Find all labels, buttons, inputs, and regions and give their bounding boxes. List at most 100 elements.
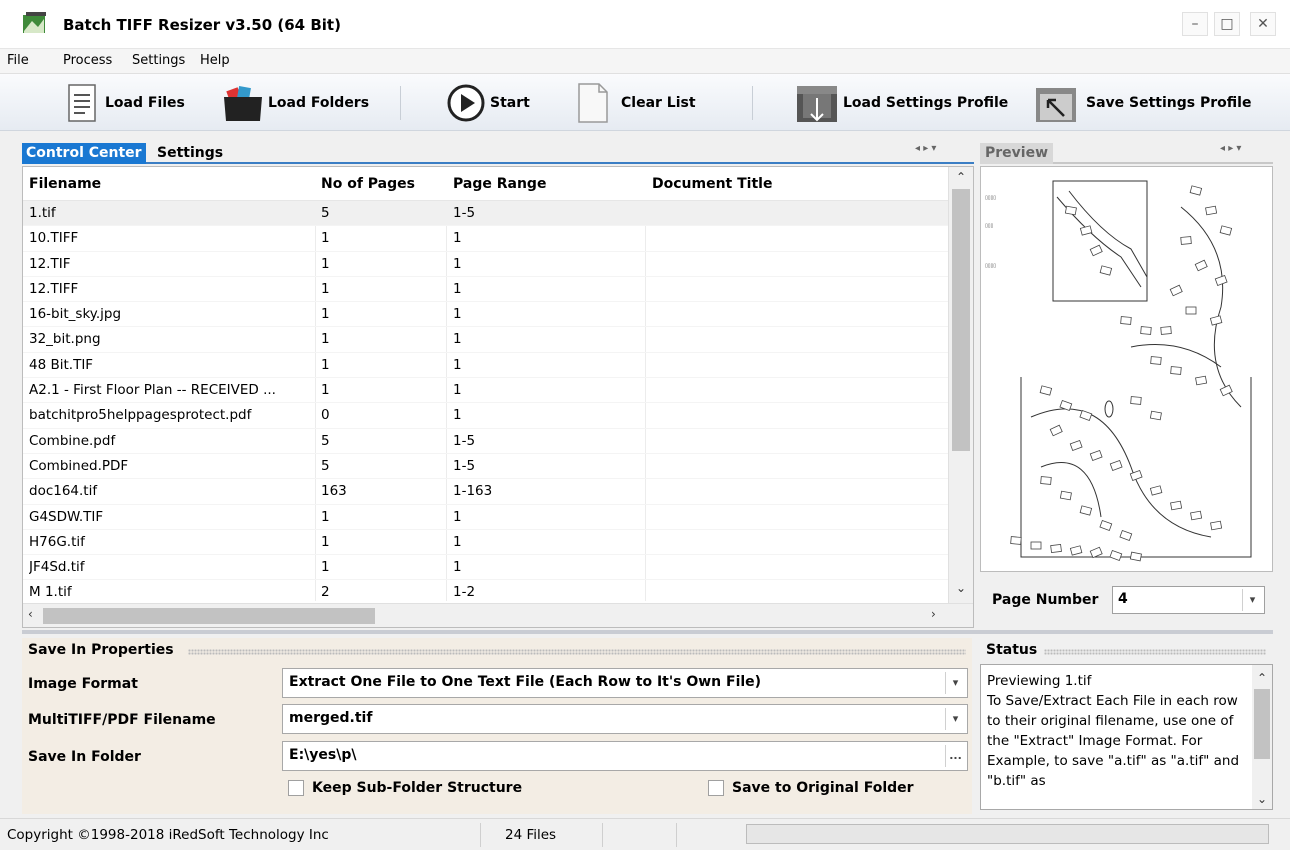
cell-filename: Combined.PDF <box>29 457 129 474</box>
image-format-value: Extract One File to One Text File (Each … <box>289 674 762 690</box>
table-row[interactable]: 48 Bit.TIF 1 1 <box>23 353 948 379</box>
lot-parcel <box>1010 536 1022 545</box>
grid-header: Filename No of Pages Page Range Document… <box>23 167 948 201</box>
menu-file[interactable]: File <box>7 53 29 68</box>
table-row[interactable]: H76G.tif 1 1 <box>23 530 948 556</box>
pane-navigation-icon[interactable]: ◂ ▸ ▾ <box>915 143 936 154</box>
column-header-filename[interactable]: Filename <box>29 176 101 192</box>
cell-pages: 0 <box>321 407 330 424</box>
table-row[interactable]: 12.TIFF 1 1 <box>23 277 948 303</box>
keep-subfolder-checkbox[interactable]: Keep Sub-Folder Structure <box>288 780 522 796</box>
image-format-select[interactable]: Extract One File to One Text File (Each … <box>282 668 968 698</box>
close-button[interactable]: ✕ <box>1250 12 1276 36</box>
maximize-button[interactable]: □ <box>1214 12 1240 36</box>
table-row[interactable]: batchitpro5helppagesprotect.pdf 0 1 <box>23 403 948 429</box>
cell-filename: 16-bit_sky.jpg <box>29 306 122 323</box>
table-row[interactable]: 12.TIF 1 1 <box>23 252 948 277</box>
load-files-button[interactable]: Load Files <box>65 82 185 124</box>
status-log[interactable]: Previewing 1.tif To Save/Extract Each Fil… <box>980 664 1273 810</box>
horizontal-scroll-thumb[interactable] <box>43 608 375 624</box>
clear-list-button[interactable]: Clear List <box>575 82 696 124</box>
table-row[interactable]: 10.TIFF 1 1 <box>23 226 948 252</box>
tab-preview[interactable]: Preview <box>980 143 1054 164</box>
scroll-down-icon[interactable]: ⌄ <box>956 581 966 595</box>
chevron-down-icon[interactable]: ▾ <box>1242 589 1262 611</box>
statusbar-separator <box>602 823 603 847</box>
status-scroll-thumb[interactable] <box>1254 689 1270 759</box>
horizontal-scrollbar[interactable]: ‹ › <box>23 603 973 627</box>
cell-pages: 1 <box>321 382 330 399</box>
save-folder-input[interactable]: E:\yes\p\ ... <box>282 741 968 771</box>
chevron-down-icon[interactable]: ▾ <box>945 708 965 730</box>
page-number-select[interactable]: 4 ▾ <box>1112 586 1265 614</box>
cell-page-range: 1-5 <box>453 432 476 449</box>
status-text: Previewing 1.tif To Save/Extract Each Fil… <box>987 673 1240 789</box>
status-scrollbar[interactable]: ⌃ ⌄ <box>1252 665 1272 809</box>
toolbar: Load Files Load Folders Start Clear List <box>0 73 1290 131</box>
chevron-down-icon[interactable]: ▾ <box>945 672 965 694</box>
column-header-pages[interactable]: No of Pages <box>321 176 415 192</box>
pane-navigation-icon[interactable]: ◂ ▸ ▾ <box>1220 143 1241 154</box>
table-row[interactable]: M 1.tif 2 1-2 <box>23 580 948 606</box>
panel-divider[interactable] <box>22 630 1273 634</box>
cell-pages: 1 <box>321 508 330 525</box>
toolbar-separator <box>752 86 753 120</box>
browse-button[interactable]: ... <box>945 745 965 767</box>
checkbox-box[interactable] <box>708 780 724 796</box>
section-title: Save In Properties <box>28 642 174 658</box>
table-row[interactable]: 32_bit.png 1 1 <box>23 327 948 353</box>
table-row[interactable]: Combined.PDF 5 1-5 <box>23 454 948 480</box>
cell-filename: G4SDW.TIF <box>29 508 104 525</box>
multitiff-filename-select[interactable]: merged.tif ▾ <box>282 704 968 734</box>
menu-help[interactable]: Help <box>200 53 230 68</box>
cell-page-range: 1 <box>453 407 462 424</box>
page-number-label: Page Number <box>992 592 1099 608</box>
save-settings-profile-button[interactable]: Save Settings Profile <box>1034 82 1251 124</box>
cell-filename: 10.TIFF <box>29 230 79 247</box>
table-row[interactable]: doc164.tif 163 1-163 <box>23 479 948 505</box>
menu-settings[interactable]: Settings <box>132 53 185 68</box>
scroll-down-icon[interactable]: ⌄ <box>1257 789 1267 809</box>
tab-control-center[interactable]: Control Center <box>22 143 146 164</box>
table-row[interactable]: JF4Sd.tif 1 1 <box>23 555 948 581</box>
table-row[interactable]: 1.tif 5 1-5 <box>23 201 948 227</box>
load-folders-button[interactable]: Load Folders <box>222 82 369 124</box>
column-header-page-range[interactable]: Page Range <box>453 176 546 192</box>
table-row[interactable]: G4SDW.TIF 1 1 <box>23 505 948 530</box>
save-in-properties-panel: Save In Properties Image Format Extract … <box>22 638 972 814</box>
cell-filename: 32_bit.png <box>29 331 101 348</box>
table-row[interactable]: 16-bit_sky.jpg 1 1 <box>23 302 948 328</box>
menu-bar: File Process Settings Help <box>0 49 1290 73</box>
lot-parcel <box>1059 490 1072 501</box>
statusbar-separator <box>480 823 481 847</box>
scroll-left-icon[interactable]: ‹ <box>28 607 33 621</box>
cell-filename: batchitpro5helppagesprotect.pdf <box>29 407 252 424</box>
scroll-right-icon[interactable]: › <box>931 607 936 621</box>
cell-pages: 1 <box>321 559 330 576</box>
menu-process[interactable]: Process <box>63 53 112 68</box>
lot-parcel <box>1064 205 1077 216</box>
load-folders-label: Load Folders <box>268 95 370 111</box>
lot-parcel <box>1210 520 1223 531</box>
scroll-up-icon[interactable]: ⌃ <box>1257 668 1267 688</box>
scroll-up-icon[interactable]: ⌃ <box>956 170 966 184</box>
column-header-document-title[interactable]: Document Title <box>652 176 772 192</box>
table-row[interactable]: Combine.pdf 5 1-5 <box>23 429 948 454</box>
vertical-scrollbar[interactable]: ⌃ ⌄ <box>948 167 973 604</box>
start-button[interactable]: Start <box>446 82 530 124</box>
cell-pages: 5 <box>321 457 330 474</box>
lot-parcel <box>1150 356 1162 365</box>
minimize-button[interactable]: – <box>1182 12 1208 36</box>
lot-parcel <box>1180 236 1192 245</box>
cell-pages: 163 <box>321 483 347 500</box>
cell-pages: 5 <box>321 205 330 221</box>
table-row[interactable]: A2.1 - First Floor Plan -- RECEIVED ... 1… <box>23 378 948 404</box>
cell-page-range: 1-2 <box>453 584 476 601</box>
tab-settings[interactable]: Settings <box>153 143 227 164</box>
cell-pages: 1 <box>321 230 330 247</box>
cell-filename: Combine.pdf <box>29 432 116 449</box>
save-original-folder-checkbox[interactable]: Save to Original Folder <box>708 780 914 796</box>
vertical-scroll-thumb[interactable] <box>952 189 970 451</box>
load-settings-profile-button[interactable]: Load Settings Profile <box>795 82 1008 124</box>
checkbox-box[interactable] <box>288 780 304 796</box>
